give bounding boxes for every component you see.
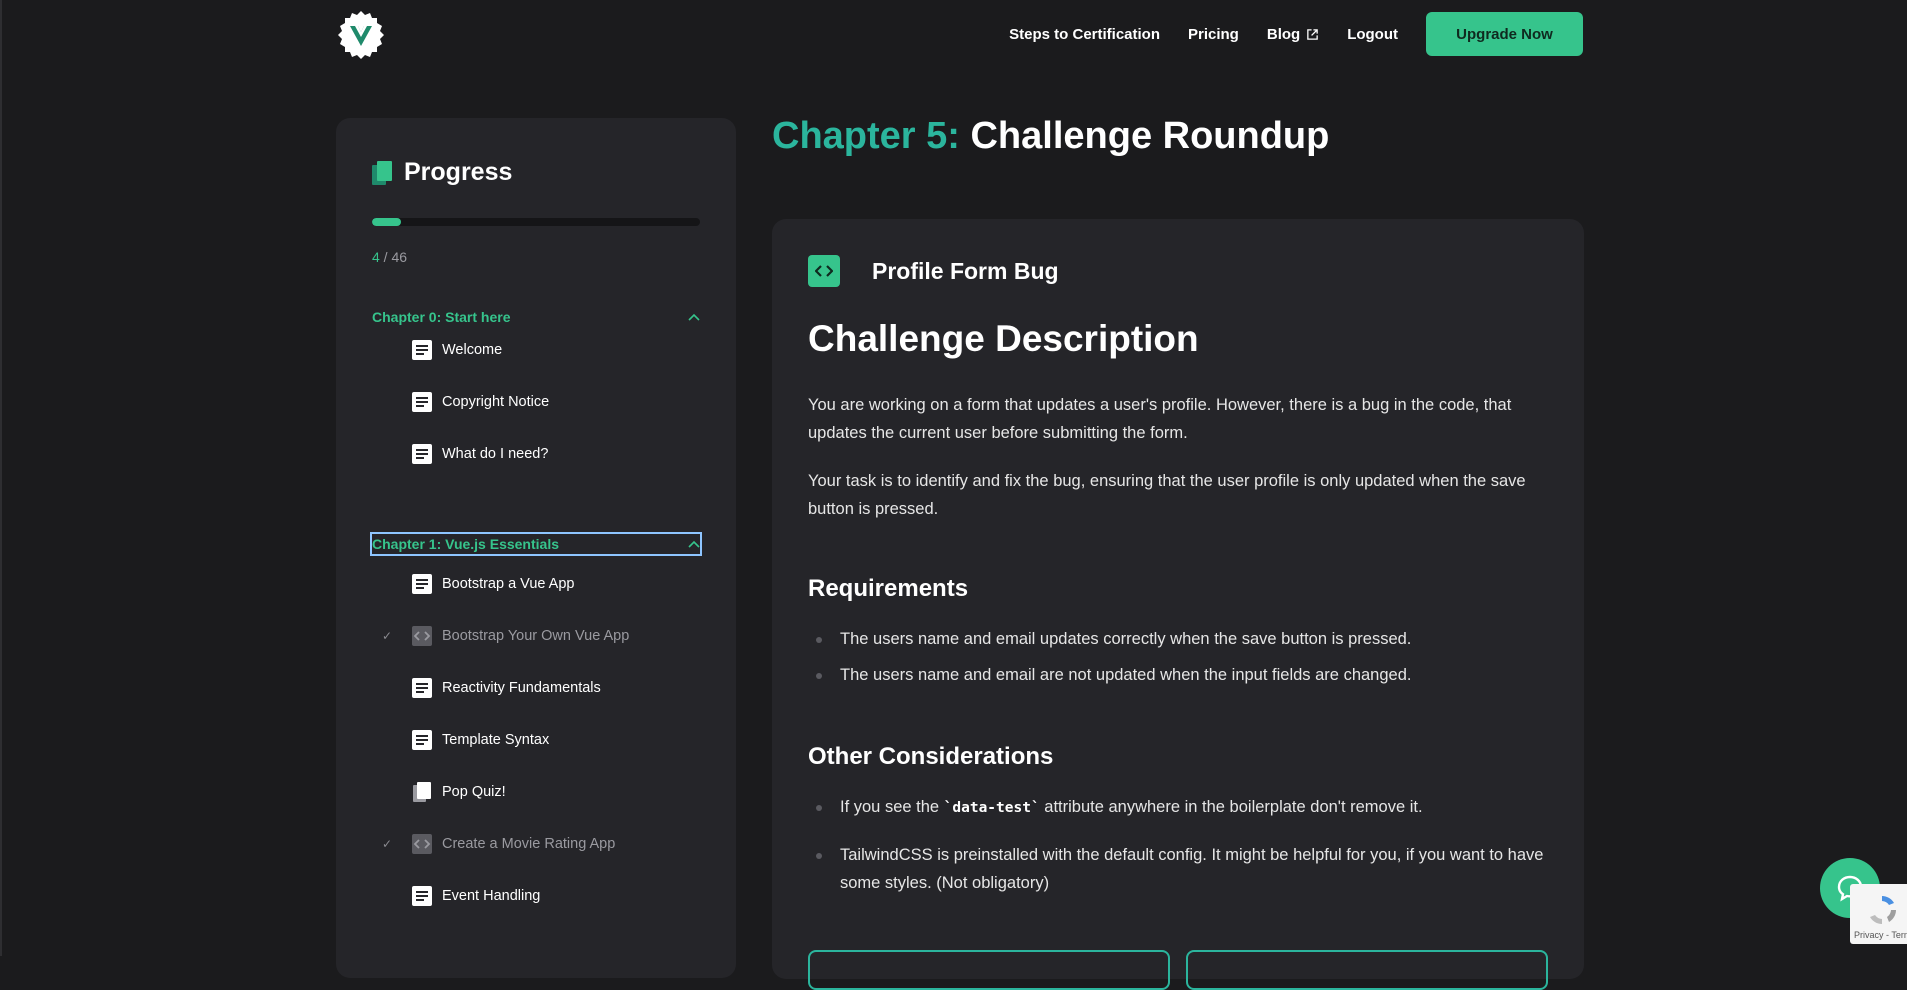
lesson-item[interactable]: Copyright Notice [372,388,700,416]
lesson-item[interactable]: ✓ Bootstrap Your Own Vue App [372,622,700,650]
window-edge [0,0,2,956]
chapter-1-toggle[interactable]: Chapter 1: Vue.js Essentials [370,532,702,556]
document-icon [412,678,432,698]
consideration-item: If you see the `data-test` attribute any… [808,793,1548,822]
document-icon [412,392,432,412]
chevron-up-icon [688,540,700,548]
progress-bar [372,218,700,226]
description-paragraph: Your task is to identify and fix the bug… [808,472,1526,518]
chapter-1-label: Chapter 1: Vue.js Essentials [372,536,559,552]
data-test-code: `data-test` [943,800,1040,816]
chevron-up-icon [688,313,700,321]
lesson-label: Welcome [442,342,503,358]
lesson-item[interactable]: Reactivity Fundamentals [372,674,700,702]
progress-title: Progress [404,158,513,186]
challenge-title: Profile Form Bug [872,257,1059,284]
description-paragraph: You are working on a form that updates a… [808,396,1512,442]
book-icon [372,160,392,185]
quiz-icon [412,782,432,802]
nav-steps-to-certification[interactable]: Steps to Certification [1009,26,1160,43]
lesson-label: Template Syntax [442,732,550,748]
requirement-item: The users name and email are not updated… [808,661,1548,689]
consideration-text: If you see the [840,798,944,816]
lesson-item[interactable]: Template Syntax [372,726,700,754]
lesson-label: Event Handling [442,888,541,904]
chapter-0-toggle[interactable]: Chapter 0: Start here [372,307,700,327]
lesson-label: Pop Quiz! [442,784,506,800]
challenge-card: Profile Form Bug Challenge Description Y… [772,219,1584,990]
document-icon [412,886,432,906]
progress-current: 4 [372,249,380,265]
upgrade-now-button[interactable]: Upgrade Now [1426,12,1583,56]
lesson-item[interactable]: What do I need? [372,440,700,468]
checkmark-icon: ✓ [382,629,393,643]
lesson-item[interactable]: Event Handling [372,882,700,910]
challenge-header: Profile Form Bug [808,255,1059,287]
lesson-item[interactable]: Welcome [372,336,700,364]
challenge-action-button[interactable] [808,950,1170,990]
lesson-label: Bootstrap Your Own Vue App [442,628,630,644]
vue-school-logo[interactable] [336,10,386,60]
nav-pricing[interactable]: Pricing [1188,26,1239,43]
description-heading: Challenge Description [808,318,1199,359]
lesson-item[interactable]: Pop Quiz! [372,778,700,806]
lesson-label: Bootstrap a Vue App [442,576,575,592]
nav-logout[interactable]: Logout [1347,26,1398,43]
code-icon [412,834,432,854]
progress-bar-fill [372,218,401,226]
progress-total: 46 [391,249,408,265]
document-icon [412,730,432,750]
lesson-label: Copyright Notice [442,394,550,410]
lesson-label: What do I need? [442,446,549,462]
consideration-item: TailwindCSS is preinstalled with the def… [808,841,1548,897]
lesson-item[interactable]: Bootstrap a Vue App [372,570,700,598]
progress-count: 4 / 46 [372,249,407,265]
document-icon [412,444,432,464]
considerations-heading: Other Considerations [808,743,1054,770]
code-icon [808,255,840,287]
top-nav: Steps to Certification Pricing Blog Logo… [981,12,1583,56]
progress-separator: / [379,249,392,265]
document-icon [412,340,432,360]
challenge-action-button[interactable] [1186,950,1548,990]
recaptcha-text: Privacy - Terms [1854,930,1907,940]
consideration-text: attribute anywhere in the boilerplate do… [1039,798,1423,816]
nav-blog-label: Blog [1266,25,1301,43]
chapter-heading: Chapter 5: Challenge Roundup [772,115,1329,158]
chapter-title: Challenge Roundup [970,115,1330,157]
requirements-heading: Requirements [808,575,969,602]
nav-blog[interactable]: Blog [1267,26,1319,43]
requirement-item: The users name and email updates correct… [808,625,1548,653]
recaptcha-icon [1870,896,1896,924]
checkmark-icon: ✓ [382,837,393,851]
external-link-icon [1307,28,1318,40]
progress-heading: Progress [372,158,512,187]
chapter-number: Chapter 5: [772,115,960,157]
chapter-0-label: Chapter 0: Start here [372,309,511,325]
progress-sidebar: Progress 4 / 46 Chapter 0: Start here We… [336,118,736,978]
recaptcha-badge[interactable]: Privacy - Terms [1850,884,1907,944]
lesson-label: Reactivity Fundamentals [442,680,601,696]
document-icon [412,574,432,594]
lesson-label: Create a Movie Rating App [442,836,616,852]
code-icon [412,626,432,646]
lesson-item[interactable]: ✓ Create a Movie Rating App [372,830,700,858]
